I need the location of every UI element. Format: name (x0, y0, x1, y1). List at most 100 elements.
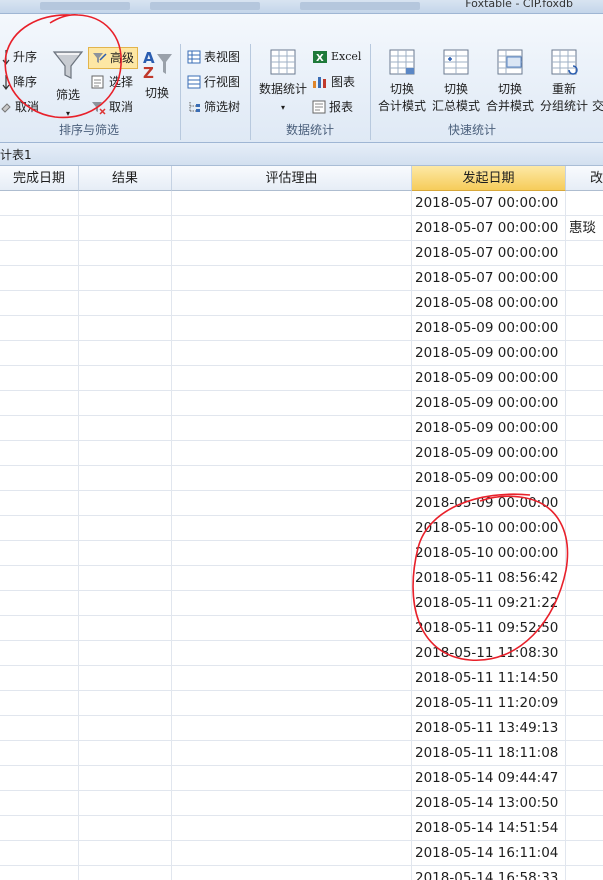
cell-modify[interactable] (566, 541, 603, 565)
select-filter-button[interactable]: 选择 (90, 72, 133, 92)
report-button[interactable]: 报表 (312, 97, 353, 117)
cell-modify[interactable] (566, 191, 603, 215)
cell-finish-date[interactable] (0, 266, 79, 290)
cell-result[interactable] (79, 291, 172, 315)
cell-result[interactable] (79, 316, 172, 340)
toggle-summary-mode-button[interactable]: 切换 汇总模式 (430, 48, 482, 115)
cell-result[interactable] (79, 641, 172, 665)
cell-reason[interactable] (172, 266, 412, 290)
cell-start-date[interactable]: 2018-05-09 00:00:00 (412, 341, 566, 365)
table-row[interactable]: 2018-05-14 09:44:47 (0, 766, 603, 791)
cell-start-date[interactable]: 2018-05-09 00:00:00 (412, 441, 566, 465)
table-row[interactable]: 2018-05-09 00:00:00 (0, 391, 603, 416)
table-row[interactable]: 2018-05-11 11:14:50 (0, 666, 603, 691)
row-view-button[interactable]: 行视图 (187, 72, 240, 92)
cell-modify[interactable] (566, 791, 603, 815)
cell-modify[interactable] (566, 416, 603, 440)
cell-finish-date[interactable] (0, 216, 79, 240)
cell-start-date[interactable]: 2018-05-07 00:00:00 (412, 191, 566, 215)
cell-reason[interactable] (172, 466, 412, 490)
cell-modify[interactable] (566, 566, 603, 590)
cell-result[interactable] (79, 741, 172, 765)
cancel-sort-button[interactable]: 取消 (0, 97, 39, 117)
cell-start-date[interactable]: 2018-05-11 11:08:30 (412, 641, 566, 665)
cell-modify[interactable]: 惠琰 (566, 216, 603, 240)
cell-modify[interactable] (566, 491, 603, 515)
cell-result[interactable] (79, 866, 172, 880)
cell-modify[interactable] (566, 291, 603, 315)
cell-start-date[interactable]: 2018-05-08 00:00:00 (412, 291, 566, 315)
cell-start-date[interactable]: 2018-05-11 09:21:22 (412, 591, 566, 615)
cell-start-date[interactable]: 2018-05-09 00:00:00 (412, 366, 566, 390)
table-row[interactable]: 2018-05-11 18:11:08 (0, 741, 603, 766)
table-row[interactable]: 2018-05-14 16:58:33 (0, 866, 603, 880)
cell-modify[interactable] (566, 866, 603, 880)
cell-modify[interactable] (566, 366, 603, 390)
data-stats-button[interactable]: 数据统计 ▾ (256, 48, 310, 116)
cell-finish-date[interactable] (0, 816, 79, 840)
cell-modify[interactable] (566, 266, 603, 290)
cell-finish-date[interactable] (0, 516, 79, 540)
cell-reason[interactable] (172, 641, 412, 665)
table-row[interactable]: 2018-05-09 00:00:00 (0, 466, 603, 491)
cell-start-date[interactable]: 2018-05-09 00:00:00 (412, 466, 566, 490)
cell-result[interactable] (79, 266, 172, 290)
cell-start-date[interactable]: 2018-05-11 09:52:50 (412, 616, 566, 640)
cell-start-date[interactable]: 2018-05-11 18:11:08 (412, 741, 566, 765)
cell-reason[interactable] (172, 791, 412, 815)
cell-modify[interactable] (566, 841, 603, 865)
cell-finish-date[interactable] (0, 441, 79, 465)
table-row[interactable]: 2018-05-10 00:00:00 (0, 541, 603, 566)
cell-result[interactable] (79, 766, 172, 790)
cell-start-date[interactable]: 2018-05-14 16:11:04 (412, 841, 566, 865)
cell-start-date[interactable]: 2018-05-07 00:00:00 (412, 266, 566, 290)
cell-reason[interactable] (172, 666, 412, 690)
cell-modify[interactable] (566, 766, 603, 790)
cell-result[interactable] (79, 466, 172, 490)
cell-result[interactable] (79, 791, 172, 815)
cell-modify[interactable] (566, 716, 603, 740)
cell-reason[interactable] (172, 766, 412, 790)
cell-reason[interactable] (172, 341, 412, 365)
cell-finish-date[interactable] (0, 341, 79, 365)
cell-reason[interactable] (172, 566, 412, 590)
cell-modify[interactable] (566, 241, 603, 265)
cell-reason[interactable] (172, 441, 412, 465)
cell-reason[interactable] (172, 841, 412, 865)
cell-start-date[interactable]: 2018-05-07 00:00:00 (412, 241, 566, 265)
cell-finish-date[interactable] (0, 541, 79, 565)
cell-modify[interactable] (566, 741, 603, 765)
toggle-total-mode-button[interactable]: 切换 合计模式 (376, 48, 428, 115)
cell-start-date[interactable]: 2018-05-09 00:00:00 (412, 416, 566, 440)
table-row[interactable]: 2018-05-10 00:00:00 (0, 516, 603, 541)
cell-reason[interactable] (172, 291, 412, 315)
cell-finish-date[interactable] (0, 241, 79, 265)
cell-reason[interactable] (172, 741, 412, 765)
cell-modify[interactable] (566, 466, 603, 490)
cell-modify[interactable] (566, 641, 603, 665)
table-view-button[interactable]: 表视图 (187, 47, 240, 67)
table-row[interactable]: 2018-05-11 09:21:22 (0, 591, 603, 616)
regroup-stats-button[interactable]: 重新 分组统计 (538, 48, 590, 115)
table-row[interactable]: 2018-05-14 13:00:50 (0, 791, 603, 816)
table-row[interactable]: 2018-05-07 00:00:00 (0, 266, 603, 291)
table-row[interactable]: 2018-05-11 13:49:13 (0, 716, 603, 741)
cell-result[interactable] (79, 491, 172, 515)
sort-desc-button[interactable]: 降序 (2, 72, 37, 92)
cell-finish-date[interactable] (0, 366, 79, 390)
sort-asc-button[interactable]: 升序 (2, 47, 37, 67)
cell-result[interactable] (79, 541, 172, 565)
cell-finish-date[interactable] (0, 491, 79, 515)
cell-finish-date[interactable] (0, 191, 79, 215)
cell-result[interactable] (79, 391, 172, 415)
cell-reason[interactable] (172, 366, 412, 390)
cell-finish-date[interactable] (0, 566, 79, 590)
table-row[interactable]: 2018-05-09 00:00:00 (0, 441, 603, 466)
cell-reason[interactable] (172, 391, 412, 415)
table-row[interactable]: 2018-05-11 09:52:50 (0, 616, 603, 641)
cell-reason[interactable] (172, 516, 412, 540)
cell-finish-date[interactable] (0, 291, 79, 315)
cell-result[interactable] (79, 716, 172, 740)
cell-finish-date[interactable] (0, 716, 79, 740)
cell-result[interactable] (79, 841, 172, 865)
